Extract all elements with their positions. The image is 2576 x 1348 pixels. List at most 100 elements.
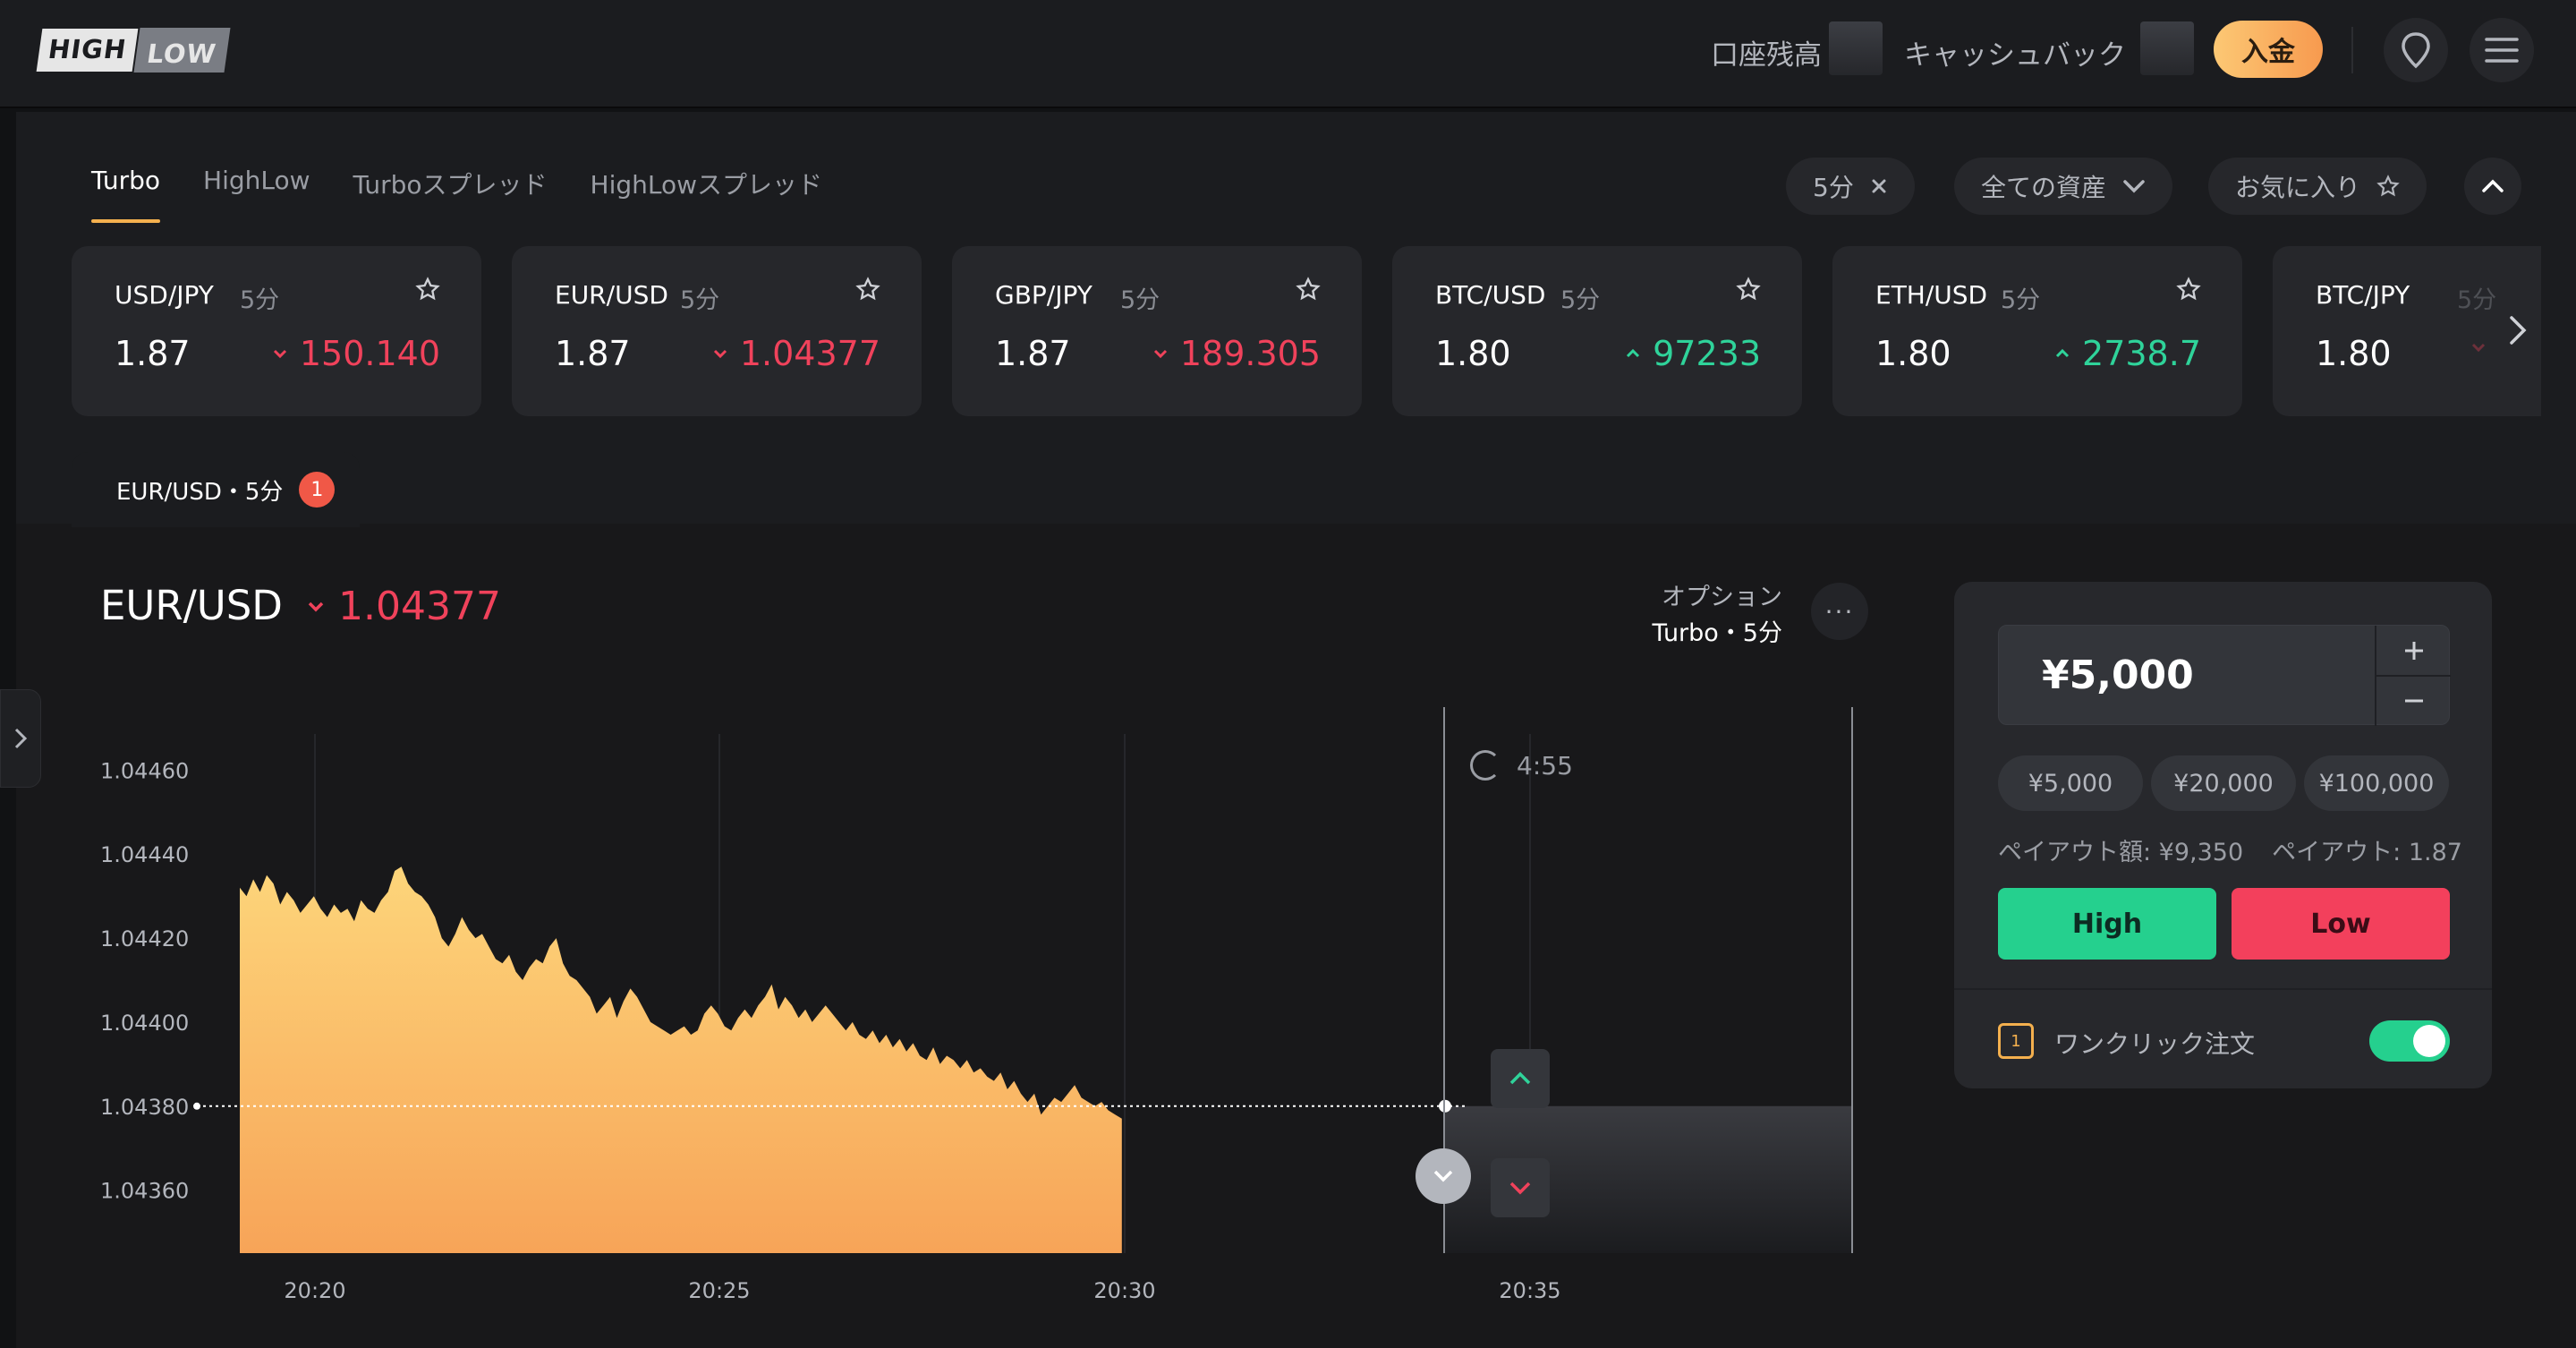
asset-price: 2738.7	[2055, 334, 2201, 373]
increase-amount-button[interactable]	[2376, 626, 2451, 675]
investment-amount-field[interactable]: ¥5,000	[1998, 625, 2451, 726]
menu-icon	[2485, 38, 2519, 63]
cashback-label: キャッシュバック	[1904, 39, 2126, 72]
more-options-button[interactable]: ···	[1811, 583, 1868, 640]
one-click-icon: 1	[1998, 1023, 2034, 1059]
favorite-star-icon[interactable]	[855, 277, 880, 302]
balance-value-masked	[1829, 21, 1883, 75]
asset-price-value: 150.140	[299, 334, 440, 373]
chart-current-price: 1.04377	[308, 584, 501, 629]
asset-duration: 5分	[1560, 286, 1601, 314]
x-axis-tick-label: 20:20	[284, 1278, 345, 1303]
option-label: オプション	[1662, 584, 1782, 611]
asset-payout: 1.80	[1875, 334, 1951, 373]
decrease-amount-button[interactable]	[2376, 675, 2451, 724]
asset-name: USD/JPY	[115, 280, 214, 310]
open-chart-tab[interactable]: EUR/USD・5分 1	[72, 452, 360, 527]
star-outline-icon	[2376, 175, 2400, 197]
asset-duration: 5分	[1120, 286, 1160, 314]
asset-duration: 5分	[680, 286, 720, 314]
chart-price-value: 1.04377	[338, 584, 501, 629]
tab-turbo-spread[interactable]: Turboスプレッド	[353, 166, 548, 223]
expiry-timer: 4:55	[1470, 750, 1573, 781]
location-pin-button[interactable]	[2384, 18, 2448, 82]
product-tabs: Turbo HighLow Turboスプレッド HighLowスプレッド	[91, 166, 865, 223]
asset-filter-label: 全ての資産	[1981, 173, 2107, 202]
ellipsis-icon: ···	[1824, 596, 1855, 627]
logo-low-text: LOW	[133, 28, 231, 73]
price-down-icon	[273, 349, 286, 359]
one-click-toggle[interactable]	[2369, 1020, 2450, 1062]
deposit-button[interactable]: 入金	[2214, 21, 2323, 78]
minus-icon	[2404, 699, 2423, 702]
duration-filter-chip[interactable]: 5分	[1786, 158, 1915, 215]
close-icon[interactable]	[1870, 177, 1888, 195]
tab-highlow[interactable]: HighLow	[203, 166, 310, 223]
chart-high-button[interactable]	[1491, 1049, 1550, 1108]
asset-duration: 5分	[2001, 286, 2041, 314]
timer-ring-icon	[1470, 750, 1501, 781]
preset-amount-100000[interactable]: ¥100,000	[2304, 755, 2449, 811]
y-axis-tick-label: 1.04400	[100, 1011, 189, 1036]
header-divider	[2351, 27, 2353, 73]
chart-tab-label: EUR/USD・5分	[116, 478, 284, 506]
open-positions-badge: 1	[299, 472, 336, 508]
asset-card-btcusd[interactable]: BTC/USD 5分 1.80 97233	[1392, 246, 1802, 416]
favorite-star-icon[interactable]	[415, 277, 440, 302]
asset-card-gbpjpy[interactable]: GBP/JPY 5分 1.87 189.305	[952, 246, 1362, 416]
top-header: HIGH LOW 口座残高 キャッシュバック 入金	[0, 0, 2576, 108]
preset-amount-20000[interactable]: ¥20,000	[2151, 755, 2296, 811]
asset-payout: 1.80	[2316, 334, 2392, 373]
price-down-icon	[713, 349, 727, 359]
chevron-down-icon	[1509, 1182, 1531, 1195]
asset-card-eurusd[interactable]: EUR/USD 5分 1.87 1.04377	[512, 246, 922, 416]
tab-turbo[interactable]: Turbo	[91, 166, 161, 223]
map-pin-icon	[2402, 32, 2430, 69]
asset-card-ethusd[interactable]: ETH/USD 5分 1.80 2738.7	[1832, 246, 2242, 416]
favorite-star-icon[interactable]	[1296, 277, 1321, 302]
x-axis-tick-label: 20:30	[1093, 1278, 1155, 1303]
y-axis-tick-label: 1.04380	[100, 1095, 189, 1120]
asset-price-value: 97233	[1653, 334, 1761, 373]
price-down-icon	[2471, 339, 2486, 356]
asset-price: 1.04377	[713, 334, 880, 373]
asset-price-value: 2738.7	[2082, 334, 2201, 373]
order-panel: ¥5,000 ¥5,000 ¥20,000 ¥100,000 ペイアウト額: ¥…	[1954, 582, 2492, 1088]
chevron-up-icon	[1509, 1071, 1531, 1085]
tab-highlow-spread[interactable]: HighLowスプレッド	[591, 166, 823, 223]
price-area-series	[240, 866, 1122, 1253]
highlow-logo[interactable]: HIGH LOW	[36, 25, 231, 75]
collapse-assets-button[interactable]	[2464, 158, 2521, 215]
duration-filter-label: 5分	[1813, 173, 1854, 202]
high-button[interactable]: High	[1998, 888, 2216, 960]
favorite-star-icon[interactable]	[2176, 277, 2201, 302]
asset-price: 97233	[1626, 334, 1761, 373]
chevron-down-icon	[1433, 1170, 1453, 1182]
asset-name: BTC/USD	[1435, 280, 1546, 310]
asset-filter-dropdown[interactable]: 全ての資産	[1954, 158, 2173, 215]
favorite-star-icon[interactable]	[1736, 277, 1761, 302]
position-marker[interactable]	[1416, 1148, 1471, 1204]
favorites-filter[interactable]: お気に入り	[2208, 158, 2427, 215]
investment-amount-value: ¥5,000	[2042, 653, 2194, 698]
payout-summary: ペイアウト額: ¥9,350 ペイアウト: 1.87	[1998, 832, 2462, 867]
order-divider	[1954, 988, 2492, 990]
price-chart: 1.04460 1.04440 1.04420 1.04400 1.04380 1.043…	[100, 707, 1853, 1303]
asset-price: 189.305	[1153, 334, 1321, 373]
chart-low-button[interactable]	[1491, 1158, 1550, 1217]
hamburger-menu-button[interactable]	[2470, 18, 2534, 82]
scroll-next-button[interactable]	[2502, 309, 2534, 352]
preset-amount-5000[interactable]: ¥5,000	[1998, 755, 2143, 811]
asset-card-btcjpy[interactable]: BTC/JPY 5分 1.80	[2273, 246, 2541, 416]
asset-duration: 5分	[240, 286, 280, 314]
y-axis-tick-label: 1.04360	[100, 1179, 189, 1204]
asset-payout: 1.87	[555, 334, 631, 373]
balance-label: 口座残高	[1711, 39, 1822, 72]
price-up-icon	[2055, 348, 2070, 358]
asset-card-usdjpy[interactable]: USD/JPY 5分 1.87 150.140	[72, 246, 481, 416]
plus-icon	[2404, 641, 2423, 660]
level-start-dot	[193, 1102, 200, 1110]
payout-amount: ペイアウト額: ¥9,350	[1998, 839, 2244, 866]
low-button[interactable]: Low	[2232, 888, 2450, 960]
timer-value: 4:55	[1517, 750, 1573, 781]
